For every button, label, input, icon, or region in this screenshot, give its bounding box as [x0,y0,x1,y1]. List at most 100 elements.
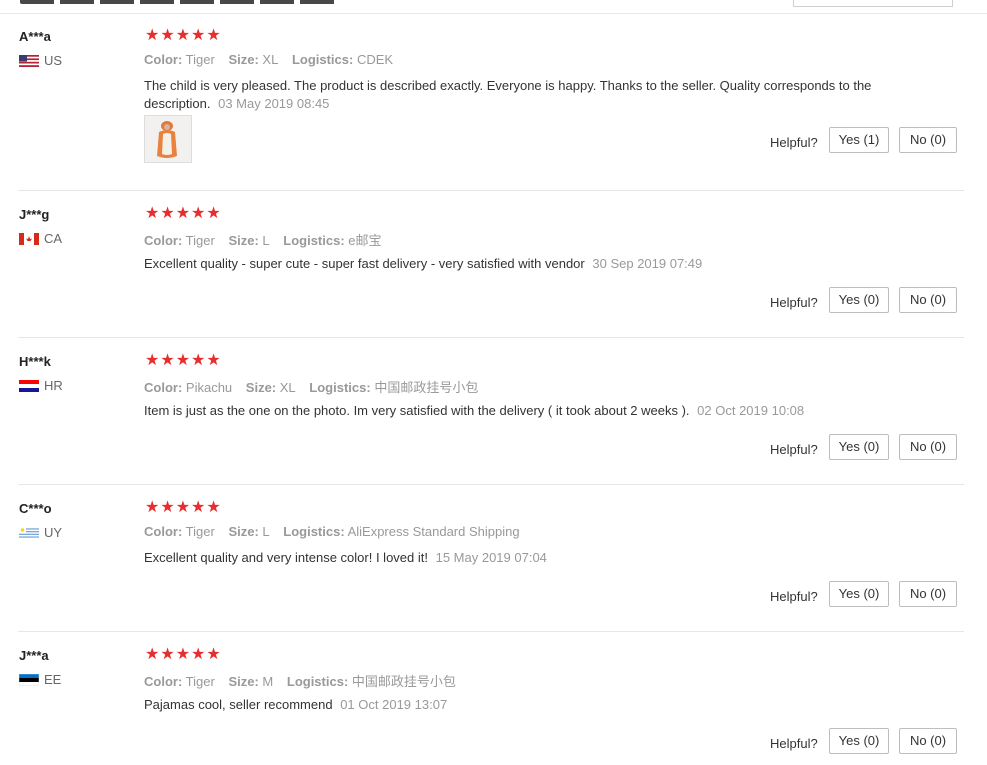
helpful-label: Helpful? [770,295,818,310]
star-icon: ★ [160,205,175,222]
review-body: Item is just as the one on the photo. Im… [144,403,690,418]
review-text: Item is just as the one on the photo. Im… [144,402,874,420]
star-icon: ★ [160,27,175,44]
flag-ca-icon [19,233,39,245]
star-icon: ★ [175,205,191,222]
star-icon: ★ [191,27,206,44]
reviewer-country: UY [44,525,63,540]
review-text: The child is very pleased. The product i… [144,77,874,113]
photo-image [145,116,191,162]
star-rating: ★ ★ ★ ★ ★ [145,27,221,45]
size-label: Size: [245,380,277,395]
sort-dropdown[interactable] [793,0,953,7]
star-icon: ★ [175,646,191,663]
helpful-label: Helpful? [770,736,818,751]
star-rating: ★ ★ ★ ★ ★ [145,352,221,370]
flag-uy-icon [19,527,39,539]
review-text: Excellent quality and very intense color… [144,549,874,567]
star-icon: ★ [145,205,160,222]
reviewer-name: J***g [19,207,50,222]
helpful-no-button[interactable]: No (0) [899,287,957,313]
flag-ee-icon [19,674,39,686]
logistics-label: Logistics: [309,380,371,395]
star-rating: ★ ★ ★ ★ ★ [145,499,221,517]
star-icon: ★ [145,27,160,44]
color-label: Color: [144,380,183,395]
logistics-value: AliExpress Standard Shipping [347,524,520,539]
star-icon: ★ [175,499,191,516]
review-photo-thumbnail[interactable] [144,115,192,163]
reviewer-name: C***o [19,501,52,516]
helpful-no-button[interactable]: No (0) [899,581,957,607]
review-date: 03 May 2019 08:45 [218,96,330,111]
review-body: Excellent quality and very intense color… [144,550,428,565]
logistics-label: Logistics: [286,674,349,689]
star-icon: ★ [160,646,175,663]
review-item: C***o UY ★ ★ ★ ★ ★ Color: Tiger Size: L Logi… [0,499,964,632]
size-label: Size: [228,524,259,539]
color-value: Pikachu [185,380,233,395]
reviewer-country: HR [44,378,63,393]
helpful-label: Helpful? [770,589,818,604]
logistics-value: e邮宝 [348,233,382,248]
logistics-value: 中国邮政挂号小包 [374,380,479,395]
logistics-label: Logistics: [283,524,345,539]
reviewer-country: EE [44,672,62,687]
star-icon: ★ [206,27,221,44]
helpful-yes-button[interactable]: Yes (0) [829,581,889,607]
star-icon: ★ [206,499,221,516]
review-text: Excellent quality - super cute - super f… [144,255,874,273]
reviewer-name: A***a [19,29,51,44]
star-icon: ★ [145,499,160,516]
star-rating: ★ ★ ★ ★ ★ [145,205,221,223]
helpful-no-button[interactable]: No (0) [899,434,957,460]
review-item: J***g CA ★ ★ ★ ★ ★ Color: Tiger Size: L Logi… [0,205,964,338]
helpful-no-button[interactable]: No (0) [899,127,957,153]
logistics-value: CDEK [356,52,394,67]
size-value: XL [279,380,296,395]
helpful-label: Helpful? [770,135,818,150]
helpful-yes-button[interactable]: Yes (0) [829,434,889,460]
star-icon: ★ [160,499,175,516]
top-toolbar [0,0,987,14]
star-icon: ★ [145,352,160,369]
color-label: Color: [144,674,183,689]
review-item: J***a EE ★ ★ ★ ★ ★ Color: Tiger Size: M Logi… [0,646,964,765]
toolbar-cutoff-text [20,0,340,4]
star-icon: ★ [175,352,191,369]
star-icon: ★ [206,646,221,663]
product-attributes: Color: Pikachu Size: XL Logistics: 中国邮政挂… [144,377,488,396]
reviewer-name: J***a [19,648,49,663]
review-date: 15 May 2019 07:04 [435,550,547,565]
star-icon: ★ [206,205,221,222]
review-divider [18,337,964,338]
color-value: Tiger [185,233,215,248]
review-divider [18,484,964,485]
size-label: Size: [228,674,259,689]
review-divider [18,631,964,632]
helpful-no-button[interactable]: No (0) [899,728,957,754]
helpful-yes-button[interactable]: Yes (1) [829,127,889,153]
star-icon: ★ [191,352,206,369]
review-item: A***a US ★ ★ ★ ★ ★ Color: Tiger Size: XL Log… [0,27,964,191]
size-label: Size: [228,233,259,248]
color-label: Color: [144,52,183,67]
helpful-label: Helpful? [770,442,818,457]
star-icon: ★ [191,205,206,222]
product-attributes: Color: Tiger Size: L Logistics: AliExpre… [144,524,530,539]
review-date: 01 Oct 2019 13:07 [340,697,448,712]
size-value: L [262,524,270,539]
star-icon: ★ [145,646,160,663]
color-label: Color: [144,524,183,539]
star-icon: ★ [191,646,206,663]
helpful-yes-button[interactable]: Yes (0) [829,728,889,754]
star-icon: ★ [175,27,191,44]
size-value: L [262,233,270,248]
color-value: Tiger [185,674,215,689]
star-rating: ★ ★ ★ ★ ★ [145,646,221,664]
star-icon: ★ [206,352,221,369]
helpful-yes-button[interactable]: Yes (0) [829,287,889,313]
reviewer-country: CA [44,231,63,246]
review-item: H***k HR ★ ★ ★ ★ ★ Color: Pikachu Size: XL L… [0,352,964,485]
review-divider [18,190,964,191]
